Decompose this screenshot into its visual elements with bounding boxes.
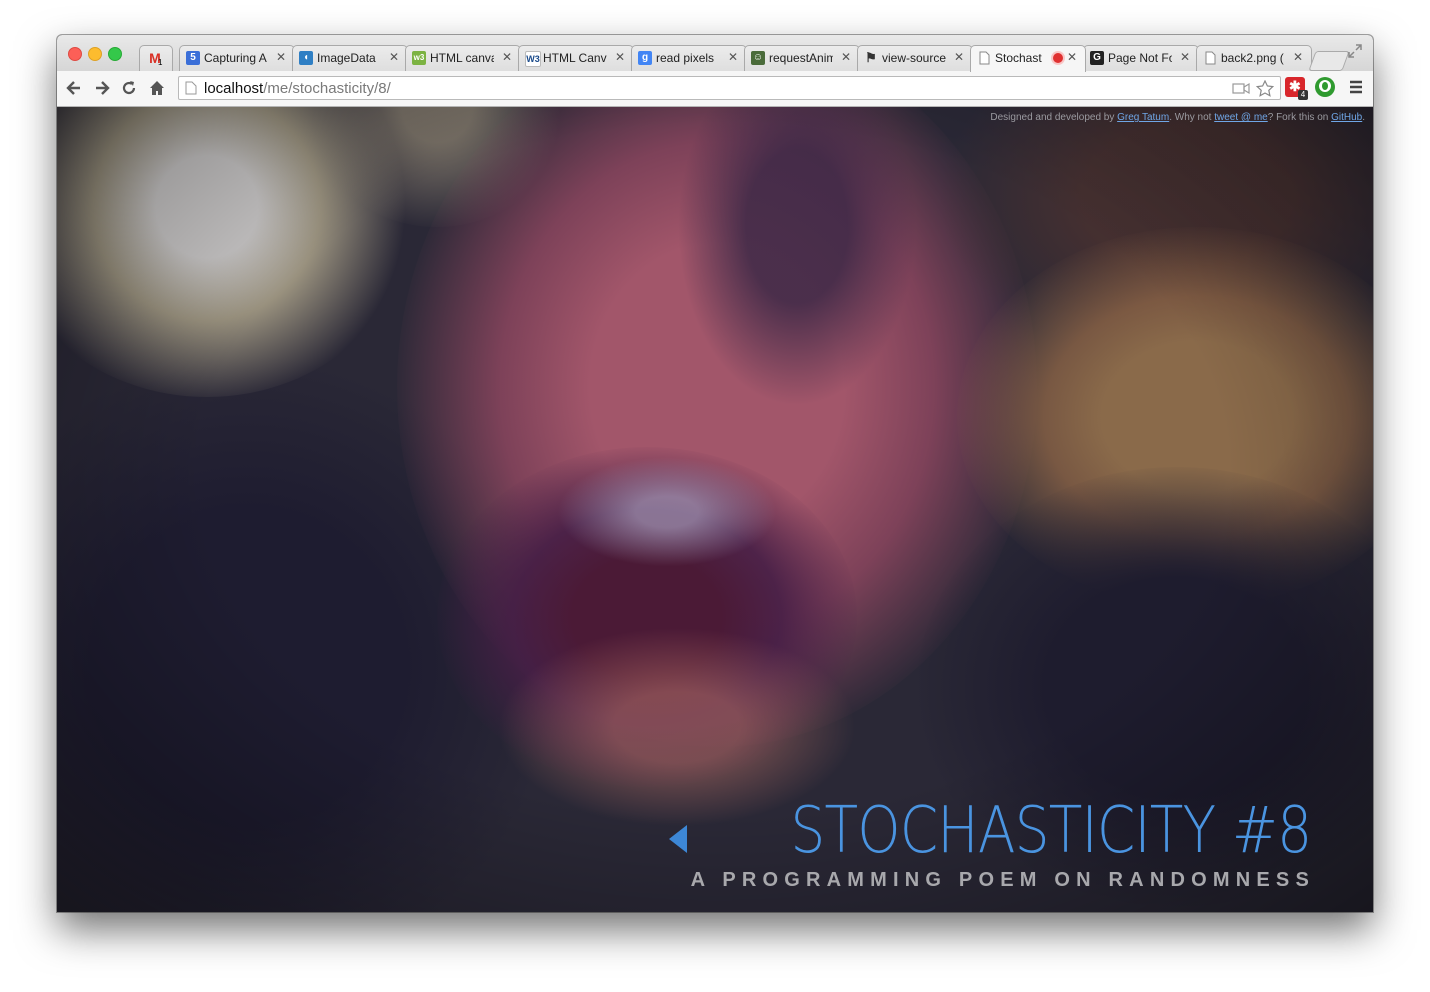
tab-imagedata[interactable]: ◖ ImageData ✕ [292,45,408,71]
tab-title: HTML canva [430,51,494,65]
html5-icon: 5 [186,51,200,65]
credit-line: Designed and developed by Greg Tatum. Wh… [990,112,1365,123]
page-icon [979,51,990,65]
tab-view-source[interactable]: ⚑ view-source ✕ [857,45,973,71]
page-icon [1205,51,1216,65]
tab-title: read pixels [656,51,715,65]
camera-icon[interactable] [1232,80,1250,97]
previous-arrow-icon[interactable] [669,825,687,853]
evernote-icon[interactable] [1315,77,1335,97]
url-text[interactable]: localhost/me/stochasticity/8/ [204,80,391,97]
w3schools-icon: w3 [412,51,426,65]
extension-icon[interactable]: ✱ 4 [1285,77,1308,100]
github-link[interactable]: GitHub [1331,112,1362,123]
close-icon[interactable]: ✕ [388,50,400,64]
avatar-icon: ☺ [751,51,765,65]
toolbar: localhost/me/stochasticity/8/ ✱ 4 [57,71,1373,107]
tab-title: Stochast [995,51,1042,65]
mdn-icon: ◖ [299,51,313,65]
github-icon: G [1090,51,1104,65]
tab-gmail[interactable]: M 1 [139,45,173,71]
recording-indicator-icon [1053,53,1063,63]
close-icon[interactable]: ✕ [1179,50,1191,64]
tab-title: requestAnim [769,51,833,65]
close-icon[interactable]: ✕ [727,50,739,64]
tab-title: ImageData [317,51,376,65]
fullscreen-icon[interactable] [1347,43,1363,59]
tab-stochasticity[interactable]: Stochast ✕ [970,45,1086,72]
tab-title: view-source [882,51,946,65]
minimize-window-button[interactable] [88,47,102,61]
tab-title: Capturing A [204,51,267,65]
tab-capturing[interactable]: 5 Capturing A ✕ [179,45,295,71]
close-icon[interactable]: ✕ [1066,50,1078,64]
close-icon[interactable]: ✕ [1292,50,1304,64]
menu-icon[interactable] [1346,77,1366,97]
tab-strip: M 1 5 Capturing A ✕ ◖ ImageData ✕ w3 HTM… [57,35,1373,72]
url-host: localhost [204,80,264,97]
home-icon[interactable] [148,79,166,97]
close-window-button[interactable] [68,47,82,61]
title-block: STOCHASTICITY #8 A PROGRAMMING POEM ON R… [691,794,1312,892]
close-icon[interactable]: ✕ [275,50,287,64]
tab-title: back2.png ( [1221,51,1284,65]
google-icon: g [638,51,652,65]
page-title: STOCHASTICITY #8 [790,794,1312,868]
tab-page-not-found[interactable]: G Page Not Fo ✕ [1083,45,1199,71]
author-link[interactable]: Greg Tatum [1117,112,1169,123]
reload-icon[interactable] [120,79,138,97]
browser-window: M 1 5 Capturing A ✕ ◖ ImageData ✕ w3 HTM… [57,35,1373,912]
page-subtitle: A PROGRAMMING POEM ON RANDOMNESS [690,869,1315,891]
close-icon[interactable]: ✕ [614,50,626,64]
github-octocat-icon: ⚑ [865,50,877,65]
tab-request-anim[interactable]: ☺ requestAnim ✕ [744,45,860,71]
close-icon[interactable]: ✕ [840,50,852,64]
gmail-count-badge: 1 [158,58,163,67]
close-icon[interactable]: ✕ [953,50,965,64]
tab-back2-png[interactable]: back2.png ( ✕ [1196,45,1312,71]
page-icon [185,81,197,95]
back-arrow-icon[interactable] [65,79,83,97]
close-icon[interactable]: ✕ [501,50,513,64]
page-canvas: Designed and developed by Greg Tatum. Wh… [57,107,1373,912]
tweet-link[interactable]: tweet @ me [1214,112,1268,123]
new-tab-button[interactable] [1308,51,1350,71]
w3c-icon: W3 [525,51,541,67]
tab-html-canvas-2[interactable]: W3 HTML Canv ✕ [518,45,634,71]
zoom-window-button[interactable] [108,47,122,61]
address-bar[interactable]: localhost/me/stochasticity/8/ [178,76,1281,100]
forward-arrow-icon[interactable] [93,79,111,97]
url-path: /me/stochasticity/8/ [263,80,391,97]
bookmark-star-icon[interactable] [1256,80,1274,97]
tab-title: Page Not Fo [1108,51,1172,65]
tab-title: HTML Canv [543,51,607,65]
tab-read-pixels[interactable]: g read pixels ✕ [631,45,747,71]
tab-html-canvas-1[interactable]: w3 HTML canva ✕ [405,45,521,71]
